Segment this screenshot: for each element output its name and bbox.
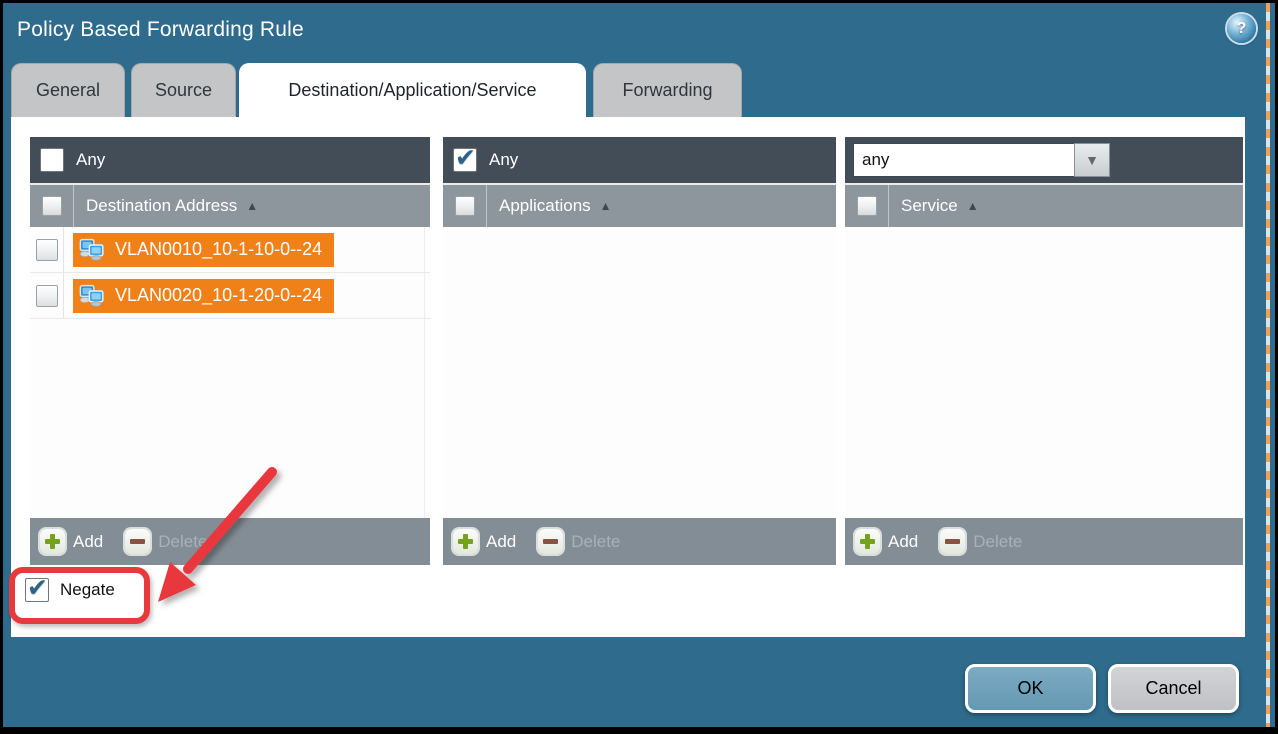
sort-up-triangle-icon: ▲ xyxy=(600,200,612,212)
edge-selection-dashes xyxy=(1266,3,1270,727)
service-select-all-checkbox[interactable] xyxy=(857,196,877,216)
cancel-label: Cancel xyxy=(1145,678,1201,699)
network-computers-icon xyxy=(79,284,106,307)
column-header-label: Applications xyxy=(499,196,591,216)
negate-label: Negate xyxy=(60,580,115,600)
destination-column-title[interactable]: Destination Address ▲ xyxy=(74,185,258,227)
service-panel: any ▼ Service ▲ Add Delete xyxy=(845,137,1243,565)
dialog-title: Policy Based Forwarding Rule xyxy=(17,18,304,42)
ok-label: OK xyxy=(1017,678,1043,699)
delete-minus-icon[interactable] xyxy=(538,529,563,554)
destination-column-header: Destination Address ▲ xyxy=(30,183,430,227)
destination-footer: Add Delete xyxy=(30,518,430,565)
column-header-label: Destination Address xyxy=(86,196,237,216)
dropdown-button[interactable]: ▼ xyxy=(1074,143,1110,177)
service-footer: Add Delete xyxy=(845,518,1243,565)
tab-forwarding[interactable]: Forwarding xyxy=(593,63,742,117)
destination-any-checkbox[interactable] xyxy=(40,148,64,172)
service-dropdown[interactable]: any ▼ xyxy=(853,143,1110,177)
service-dropdown-value: any xyxy=(853,143,1074,177)
tab-label: Source xyxy=(155,80,212,101)
service-list xyxy=(845,227,1243,518)
applications-list xyxy=(443,227,836,518)
address-object-label: VLAN0020_10-1-20-0--24 xyxy=(115,285,322,306)
table-row[interactable]: VLAN0020_10-1-20-0--24 xyxy=(30,273,430,319)
add-button[interactable]: Add xyxy=(73,532,103,552)
any-label: Any xyxy=(489,150,518,170)
chevron-down-icon: ▼ xyxy=(1085,152,1099,168)
delete-button[interactable]: Delete xyxy=(973,532,1022,552)
tab-label: Destination/Application/Service xyxy=(288,80,536,101)
delete-button[interactable]: Delete xyxy=(571,532,620,552)
help-button[interactable]: ? xyxy=(1227,14,1256,43)
applications-any-header: Any xyxy=(443,137,836,183)
add-plus-icon[interactable] xyxy=(40,529,65,554)
any-label: Any xyxy=(76,150,105,170)
applications-any-checkbox[interactable] xyxy=(453,148,477,172)
delete-button[interactable]: Delete xyxy=(158,532,207,552)
applications-panel: Any Applications ▲ Add Delete xyxy=(443,137,836,565)
delete-minus-icon[interactable] xyxy=(940,529,965,554)
destination-list: VLAN0010_10-1-10-0--24 xyxy=(30,227,430,518)
row-checkbox[interactable] xyxy=(36,239,58,261)
add-plus-icon[interactable] xyxy=(855,529,880,554)
applications-footer: Add Delete xyxy=(443,518,836,565)
address-object-chip[interactable]: VLAN0020_10-1-20-0--24 xyxy=(73,279,334,313)
add-plus-icon[interactable] xyxy=(453,529,478,554)
network-computers-icon xyxy=(79,238,106,261)
tab-label: Forwarding xyxy=(622,80,712,101)
tab-destination-application-service[interactable]: Destination/Application/Service xyxy=(239,63,586,117)
sort-up-triangle-icon: ▲ xyxy=(967,200,979,212)
address-object-label: VLAN0010_10-1-10-0--24 xyxy=(115,239,322,260)
negate-control: Negate xyxy=(25,578,115,602)
applications-column-title[interactable]: Applications ▲ xyxy=(487,185,612,227)
cancel-button[interactable]: Cancel xyxy=(1108,664,1239,713)
ok-button[interactable]: OK xyxy=(965,664,1096,713)
question-mark-icon: ? xyxy=(1237,20,1247,38)
row-checkbox[interactable] xyxy=(36,285,58,307)
applications-select-all-checkbox[interactable] xyxy=(455,196,475,216)
destination-address-panel: Any Destination Address ▲ xyxy=(30,137,430,565)
sort-up-triangle-icon: ▲ xyxy=(246,200,258,212)
address-object-chip[interactable]: VLAN0010_10-1-10-0--24 xyxy=(73,233,334,267)
destination-select-all-checkbox[interactable] xyxy=(42,196,62,216)
column-edge-line xyxy=(424,227,425,518)
screenshot-frame: Policy Based Forwarding Rule ? General S… xyxy=(0,0,1278,734)
tab-source[interactable]: Source xyxy=(131,63,236,117)
pbf-rule-dialog: Policy Based Forwarding Rule ? General S… xyxy=(3,3,1275,727)
destination-any-header: Any xyxy=(30,137,430,183)
service-column-title[interactable]: Service ▲ xyxy=(889,185,979,227)
negate-checkbox[interactable] xyxy=(25,578,49,602)
tab-label: General xyxy=(36,80,100,101)
service-dropdown-header: any ▼ xyxy=(845,137,1243,183)
delete-minus-icon[interactable] xyxy=(125,529,150,554)
add-button[interactable]: Add xyxy=(486,532,516,552)
column-header-label: Service xyxy=(901,196,958,216)
table-row[interactable]: VLAN0010_10-1-10-0--24 xyxy=(30,227,430,273)
service-column-header: Service ▲ xyxy=(845,183,1243,227)
tab-content-area: Any Destination Address ▲ xyxy=(11,117,1245,637)
add-button[interactable]: Add xyxy=(888,532,918,552)
applications-column-header: Applications ▲ xyxy=(443,183,836,227)
tab-general[interactable]: General xyxy=(11,63,125,117)
